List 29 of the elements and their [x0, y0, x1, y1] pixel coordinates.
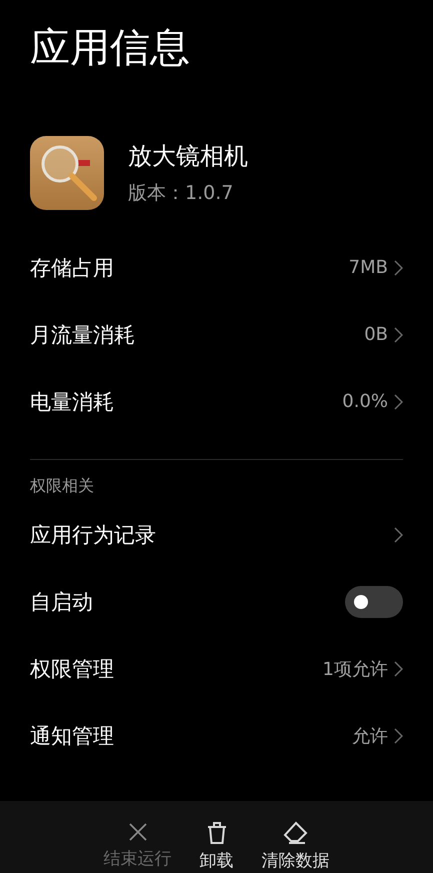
setting-value: 0B [364, 324, 388, 345]
section-heading: 权限相关 [30, 476, 95, 497]
setting-label[interactable]: 通知管理 [30, 722, 114, 750]
setting-label[interactable]: 月流量消耗 [30, 320, 135, 348]
chevron-icon [394, 728, 403, 744]
app-icon [30, 136, 104, 210]
close-icon [126, 821, 148, 843]
setting-label[interactable]: 应用行为记录 [30, 520, 156, 548]
chevron-icon [394, 326, 403, 342]
action-button[interactable]: 卸载 [200, 821, 234, 873]
eraser-icon [282, 821, 308, 845]
app-name: 放大镜相机 [128, 141, 248, 172]
setting-value: 7MB [348, 257, 388, 278]
action-button[interactable]: 清除数据 [262, 821, 330, 873]
setting-value: 0.0% [342, 391, 388, 412]
trash-icon [206, 821, 228, 845]
chevron-icon [394, 260, 403, 276]
chevron-icon [394, 526, 403, 542]
setting-label[interactable]: 权限管理 [30, 654, 114, 682]
setting-value: 允许 [352, 724, 388, 748]
setting-value: 1项允许 [322, 658, 388, 680]
setting-label[interactable]: 存储占用 [30, 254, 114, 282]
page-title: 应用信息 [30, 24, 191, 73]
setting-label: 自启动 [30, 588, 93, 616]
app-version: 版本：1.0.7 [128, 181, 234, 206]
chevron-icon [394, 394, 403, 410]
toggle-switch[interactable] [345, 586, 403, 618]
setting-label[interactable]: 电量消耗 [30, 388, 114, 416]
chevron-icon [394, 660, 403, 676]
